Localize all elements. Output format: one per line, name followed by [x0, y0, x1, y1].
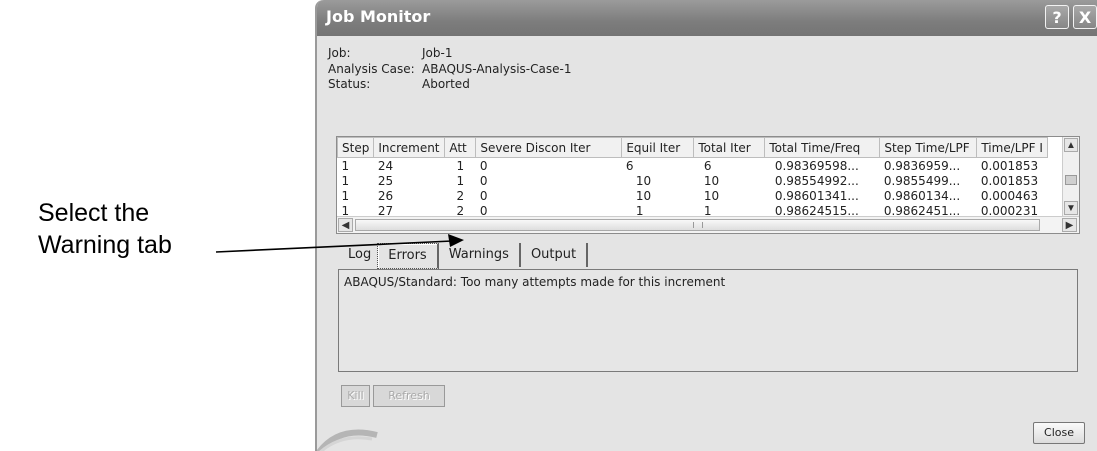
job-info: Job: Job-1 Analysis Case: ABAQUS-Analysis-… [328, 46, 571, 93]
table-cell: 0.000463 [980, 188, 1039, 203]
scroll-left-icon[interactable]: ◀ [338, 218, 353, 232]
message-panel: ABAQUS/Standard: Too many attempts made … [338, 269, 1078, 372]
table-cell: 10 [703, 188, 720, 203]
annotation-line-1: Select the [38, 199, 150, 227]
table-cell: 0 [479, 173, 488, 188]
horizontal-scrollbar[interactable]: ◀ ▶ [337, 216, 1079, 233]
table-cell: 1 [341, 173, 350, 188]
table-cell: 1 [341, 158, 350, 173]
column-header[interactable]: Att [444, 137, 477, 158]
table-cell: 0.001853 [980, 173, 1039, 188]
tab-output[interactable]: Output [521, 243, 589, 267]
annotation-line-2: Warning tab [38, 231, 172, 259]
table-cell: 1 [456, 158, 465, 173]
table-cell: 10 [703, 173, 720, 188]
close-window-button[interactable]: X [1073, 5, 1097, 29]
table-cell: 10 [635, 188, 652, 203]
scroll-grip-icon [693, 222, 703, 228]
message-tabs: Log Errors Warnings Output [338, 243, 589, 269]
job-monitor-window: Job Monitor ? X Job: Job-1 Analysis Case:… [315, 0, 1097, 451]
annotation-text: Select the Warning tab [38, 197, 172, 261]
table-cell: 0.9860134... [883, 188, 961, 203]
table-row[interactable]: 1 25 1 0 10 10 0.98554992... 0.9855499..… [338, 173, 1048, 188]
table-cell: 0 [479, 188, 488, 203]
column-header[interactable]: Severe Discon Iter [475, 137, 623, 158]
table-cell: 25 [377, 173, 394, 188]
column-header[interactable]: Total Time/Freq [764, 137, 881, 158]
analysis-case-label: Analysis Case: [328, 61, 415, 76]
scroll-down-icon[interactable]: ▼ [1064, 201, 1078, 215]
status-label: Status: [328, 77, 371, 91]
table-cell: 0.98554992... [774, 173, 859, 188]
increment-table[interactable]: Step Increment Att Severe Discon Iter Eq… [336, 136, 1080, 234]
window-title: Job Monitor [326, 7, 431, 26]
vertical-scrollbar[interactable]: ▲ ▼ [1062, 137, 1079, 217]
message-text: ABAQUS/Standard: Too many attempts made … [344, 275, 726, 289]
table-cell: 1 [456, 173, 465, 188]
analysis-case-value: ABAQUS-Analysis-Case-1 [422, 61, 572, 76]
table-cell: 10 [635, 173, 652, 188]
tab-errors[interactable]: Errors [377, 243, 439, 269]
column-header[interactable]: Step Time/LPF [879, 137, 978, 158]
scroll-up-icon[interactable]: ▲ [1064, 138, 1078, 152]
table-row[interactable]: 1 26 2 0 10 10 0.98601341... 0.9860134..… [338, 188, 1048, 203]
window-corner-decoration [317, 429, 378, 451]
table-cell: 24 [377, 158, 394, 173]
tab-warnings[interactable]: Warnings [439, 243, 521, 267]
title-bar: Job Monitor ? X [317, 0, 1097, 36]
kill-button[interactable]: Kill [341, 385, 370, 407]
column-header[interactable]: Total Iter [693, 137, 766, 158]
table-cell: 2 [456, 188, 465, 203]
table-cell: 6 [625, 158, 634, 173]
vertical-scroll-thumb[interactable] [1065, 175, 1077, 185]
table-cell: 0.001853 [980, 158, 1039, 173]
refresh-button[interactable]: Refresh [373, 385, 445, 407]
column-header[interactable]: Increment [373, 137, 446, 158]
table-cell: 0.9855499... [883, 173, 961, 188]
table-row[interactable]: 1 24 1 0 6 6 0.98369598... 0.9836959... … [338, 158, 1048, 174]
table-header-row: Step Increment Att Severe Discon Iter Eq… [337, 137, 1048, 158]
help-button[interactable]: ? [1045, 5, 1069, 29]
table-cell: 0.98601341... [774, 188, 859, 203]
table-cell: 26 [377, 188, 394, 203]
scroll-right-icon[interactable]: ▶ [1062, 218, 1077, 232]
column-header[interactable]: Step [337, 137, 375, 158]
table-cell: 1 [341, 188, 350, 203]
table-cell: 0 [479, 158, 488, 173]
close-button[interactable]: Close [1033, 422, 1085, 444]
horizontal-scroll-thumb[interactable] [355, 219, 1040, 231]
job-label: Job: [328, 46, 351, 60]
table-cell: 0.98369598... [774, 158, 859, 173]
tab-log[interactable]: Log [338, 243, 377, 267]
column-header[interactable]: Time/LPF I [976, 137, 1048, 158]
column-header[interactable]: Equil Iter [621, 137, 695, 158]
table-cell: 6 [703, 158, 712, 173]
job-value: Job-1 [422, 46, 453, 60]
increment-grid: Step Increment Att Severe Discon Iter Eq… [337, 137, 1048, 218]
table-cell: 0.9836959... [883, 158, 961, 173]
status-value: Aborted [422, 77, 470, 91]
